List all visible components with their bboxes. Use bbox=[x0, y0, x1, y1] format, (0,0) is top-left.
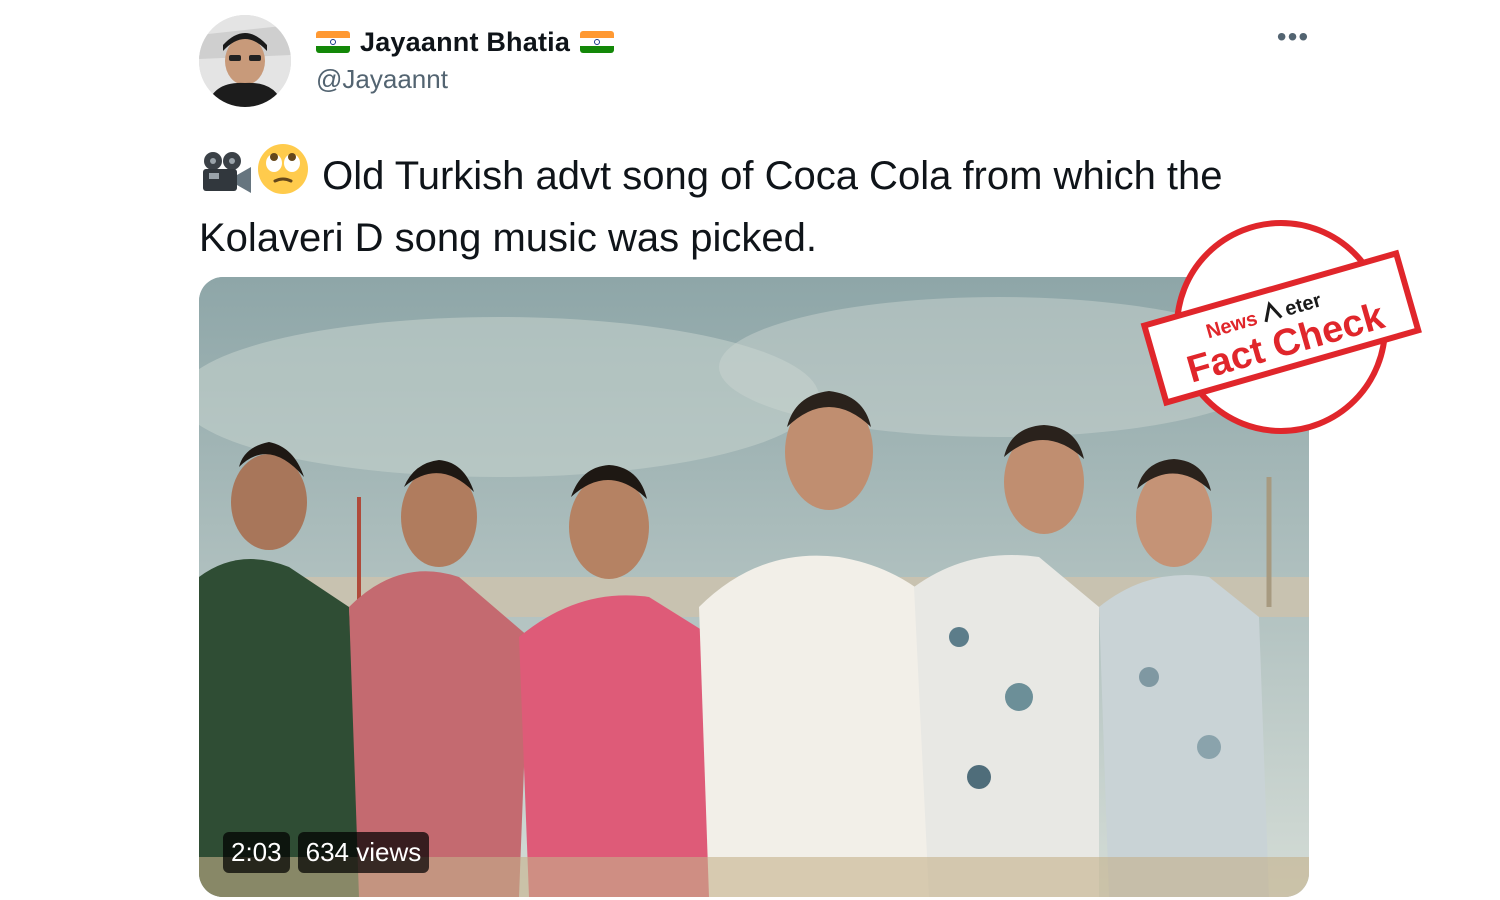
avatar-image bbox=[199, 15, 291, 107]
rolling-eyes-icon bbox=[257, 143, 309, 210]
author-display-name: Jayaannt Bhatia bbox=[360, 26, 571, 57]
tweet-text: Old Turkish advt song of Coca Cola from … bbox=[199, 154, 1223, 260]
video-views: 634 views bbox=[297, 832, 430, 873]
tweet: Jayaannt Bhatia @Jayaannt ••• Old Turkis… bbox=[0, 0, 1500, 900]
more-options-icon[interactable]: ••• bbox=[1276, 23, 1310, 56]
tweet-author: Jayaannt Bhatia @Jayaannt bbox=[316, 25, 615, 95]
avatar[interactable] bbox=[199, 15, 291, 107]
india-flag-icon bbox=[316, 31, 350, 53]
movie-camera-icon bbox=[199, 151, 255, 210]
video-meta: 2:03 634 views bbox=[223, 832, 430, 873]
author-name-row[interactable]: Jayaannt Bhatia bbox=[316, 25, 615, 59]
author-handle[interactable]: @Jayaannt bbox=[316, 64, 614, 95]
fact-check-stamp: News eter Fact Check bbox=[1140, 218, 1422, 436]
video-duration: 2:03 bbox=[223, 832, 290, 873]
india-flag-icon bbox=[580, 31, 615, 53]
